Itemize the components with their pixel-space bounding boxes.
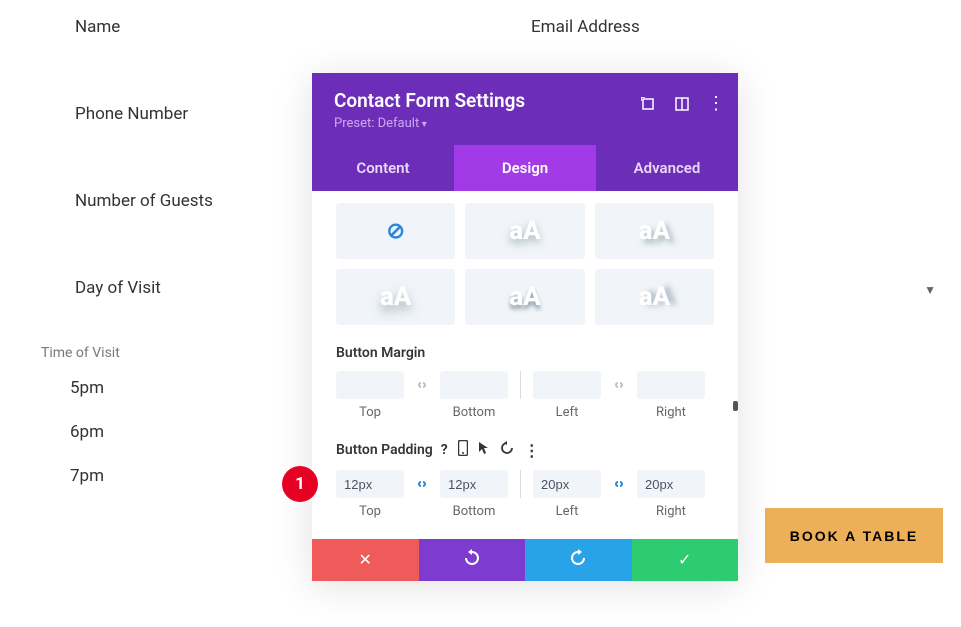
none-icon: ⊘ bbox=[386, 219, 404, 244]
redo-button[interactable] bbox=[525, 539, 632, 581]
sublabel: Left bbox=[533, 405, 601, 420]
sublabel: Right bbox=[637, 405, 705, 420]
book-a-table-button[interactable]: BOOK A TABLE bbox=[765, 508, 943, 563]
time-option[interactable]: 5pm bbox=[70, 378, 104, 398]
cancel-button[interactable]: ✕ bbox=[312, 539, 419, 581]
scrollbar-thumb[interactable] bbox=[733, 401, 738, 411]
tab-content[interactable]: Content bbox=[312, 145, 454, 191]
sublabel: Bottom bbox=[440, 405, 508, 420]
check-icon: ✓ bbox=[678, 550, 691, 570]
close-icon: ✕ bbox=[359, 550, 372, 570]
margin-row: Top Bottom Left Right bbox=[336, 371, 714, 420]
annotation-badge-1: 1 bbox=[282, 466, 318, 502]
padding-right-input[interactable] bbox=[637, 470, 705, 498]
time-option[interactable]: 6pm bbox=[70, 422, 104, 442]
padding-top-input[interactable] bbox=[336, 470, 404, 498]
cursor-icon[interactable] bbox=[478, 441, 490, 459]
panel-header: Contact Form Settings ⋮ Preset: Default bbox=[312, 73, 738, 145]
chevron-down-icon[interactable]: ▼ bbox=[924, 283, 936, 297]
shadow-option[interactable]: aA bbox=[595, 203, 714, 259]
email-label: Email Address bbox=[531, 17, 640, 37]
phone-icon[interactable] bbox=[458, 440, 468, 460]
margin-top-input[interactable] bbox=[336, 371, 404, 399]
sublabel: Left bbox=[533, 504, 601, 519]
shadow-glyph: aA bbox=[509, 216, 540, 246]
sublabel: Bottom bbox=[440, 504, 508, 519]
guests-label: Number of Guests bbox=[75, 191, 213, 211]
shadow-glyph: aA bbox=[639, 216, 670, 246]
margin-right-input[interactable] bbox=[637, 371, 705, 399]
margin-left-input[interactable] bbox=[533, 371, 601, 399]
phone-label: Phone Number bbox=[75, 104, 188, 124]
divider bbox=[520, 470, 521, 498]
padding-bottom-input[interactable] bbox=[440, 470, 508, 498]
shadow-glyph: aA bbox=[639, 282, 670, 312]
button-margin-label: Button Margin bbox=[336, 345, 714, 361]
help-icon[interactable]: ? bbox=[441, 442, 448, 458]
columns-icon[interactable] bbox=[674, 96, 690, 112]
divider bbox=[520, 371, 521, 399]
link-icon[interactable] bbox=[410, 470, 434, 498]
margin-bottom-input[interactable] bbox=[440, 371, 508, 399]
shadow-glyph: aA bbox=[509, 282, 540, 312]
sublabel: Right bbox=[637, 504, 705, 519]
time-option[interactable]: 7pm bbox=[70, 466, 104, 486]
shadow-option[interactable]: aA bbox=[336, 269, 455, 325]
sublabel: Top bbox=[336, 504, 404, 519]
shadow-option[interactable]: aA bbox=[465, 203, 584, 259]
panel-body: ⊘ aA aA aA aA aA Button Margin Top Botto… bbox=[312, 191, 738, 539]
panel-tabs: Content Design Advanced bbox=[312, 145, 738, 191]
reset-icon[interactable] bbox=[500, 441, 514, 459]
panel-footer: ✕ ✓ bbox=[312, 539, 738, 581]
shadow-glyph: aA bbox=[380, 282, 411, 312]
day-label: Day of Visit bbox=[75, 278, 161, 298]
button-padding-label: Button Padding ? ⋮ bbox=[336, 440, 714, 460]
shadow-none[interactable]: ⊘ bbox=[336, 203, 455, 259]
settings-panel: Contact Form Settings ⋮ Preset: Default … bbox=[312, 73, 738, 581]
link-icon[interactable] bbox=[607, 470, 631, 498]
tab-advanced[interactable]: Advanced bbox=[596, 145, 738, 191]
expand-icon[interactable] bbox=[640, 96, 656, 112]
undo-button[interactable] bbox=[419, 539, 526, 581]
time-label: Time of Visit bbox=[41, 345, 120, 361]
shadow-option[interactable]: aA bbox=[465, 269, 584, 325]
link-icon[interactable] bbox=[607, 371, 631, 399]
tab-design[interactable]: Design bbox=[454, 145, 596, 191]
undo-icon bbox=[463, 549, 481, 572]
kebab-menu-icon[interactable]: ⋮ bbox=[708, 96, 724, 112]
preset-selector[interactable]: Preset: Default bbox=[334, 116, 718, 131]
sublabel: Top bbox=[336, 405, 404, 420]
link-icon[interactable] bbox=[410, 371, 434, 399]
padding-left-input[interactable] bbox=[533, 470, 601, 498]
shadow-option[interactable]: aA bbox=[595, 269, 714, 325]
kebab-menu-icon[interactable]: ⋮ bbox=[524, 441, 540, 460]
name-label: Name bbox=[75, 17, 120, 37]
text-shadow-options: ⊘ aA aA aA aA aA bbox=[336, 203, 714, 325]
save-button[interactable]: ✓ bbox=[632, 539, 739, 581]
padding-row: Top Bottom Left Right bbox=[336, 470, 714, 519]
redo-icon bbox=[569, 549, 587, 572]
